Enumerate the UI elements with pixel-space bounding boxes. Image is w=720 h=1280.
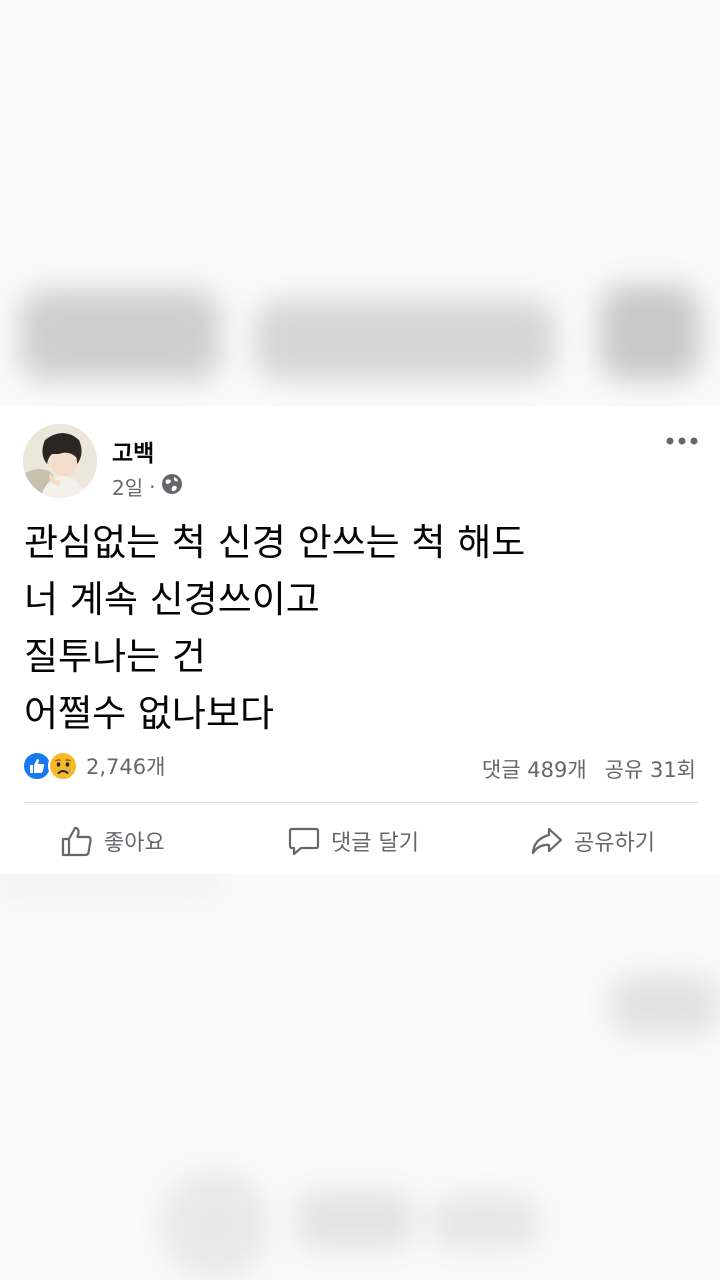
shares-count[interactable]: 공유 31회 (605, 754, 696, 784)
avatar[interactable] (23, 424, 97, 498)
ellipsis-icon (666, 437, 698, 445)
blurred-background (610, 975, 720, 1035)
post-text: 관심없는 척 신경 안쓰는 척 해도 너 계속 신경쓰이고 질투나는 건 어쩔수… (24, 521, 526, 735)
engagement-counts: 댓글 489개 공유 31회 (482, 754, 696, 784)
blurred-background (600, 285, 700, 380)
comments-count[interactable]: 댓글 489개 (482, 754, 587, 784)
reactions-summary[interactable]: 2,746개 (22, 751, 165, 781)
action-bar: 좋아요 댓글 달기 공유하기 (0, 816, 720, 866)
blurred-background (430, 1195, 540, 1250)
post-time[interactable]: 2일 (112, 472, 143, 501)
blurred-background (160, 1170, 270, 1280)
share-icon (531, 827, 563, 855)
sad-icon (48, 751, 78, 781)
globe-icon (161, 473, 183, 500)
comment-icon (288, 827, 320, 856)
post-meta: 2일 · (112, 472, 183, 501)
author-name[interactable]: 고백 (112, 434, 154, 468)
share-label: 공유하기 (574, 831, 655, 856)
meta-separator: · (149, 474, 156, 499)
divider (24, 802, 698, 803)
comment-label: 댓글 달기 (331, 831, 419, 856)
more-options-button[interactable] (666, 430, 698, 452)
post-card: 고백 2일 · 관심없는 척 신경 안쓰는 척 해도 너 계속 신경쓰이고 질투… (0, 406, 720, 874)
blurred-background (20, 290, 220, 380)
blurred-background (255, 300, 555, 380)
comment-button[interactable]: 댓글 달기 (287, 816, 419, 866)
avatar-illustration (23, 424, 97, 498)
blurred-background (295, 1190, 415, 1250)
thumbs-up-icon (61, 826, 92, 857)
like-button[interactable]: 좋아요 (60, 816, 165, 866)
screen: 고백 2일 · 관심없는 척 신경 안쓰는 척 해도 너 계속 신경쓰이고 질투… (0, 0, 720, 1280)
like-label: 좋아요 (104, 831, 165, 856)
reaction-count: 2,746개 (86, 755, 166, 779)
share-button[interactable]: 공유하기 (530, 816, 655, 866)
